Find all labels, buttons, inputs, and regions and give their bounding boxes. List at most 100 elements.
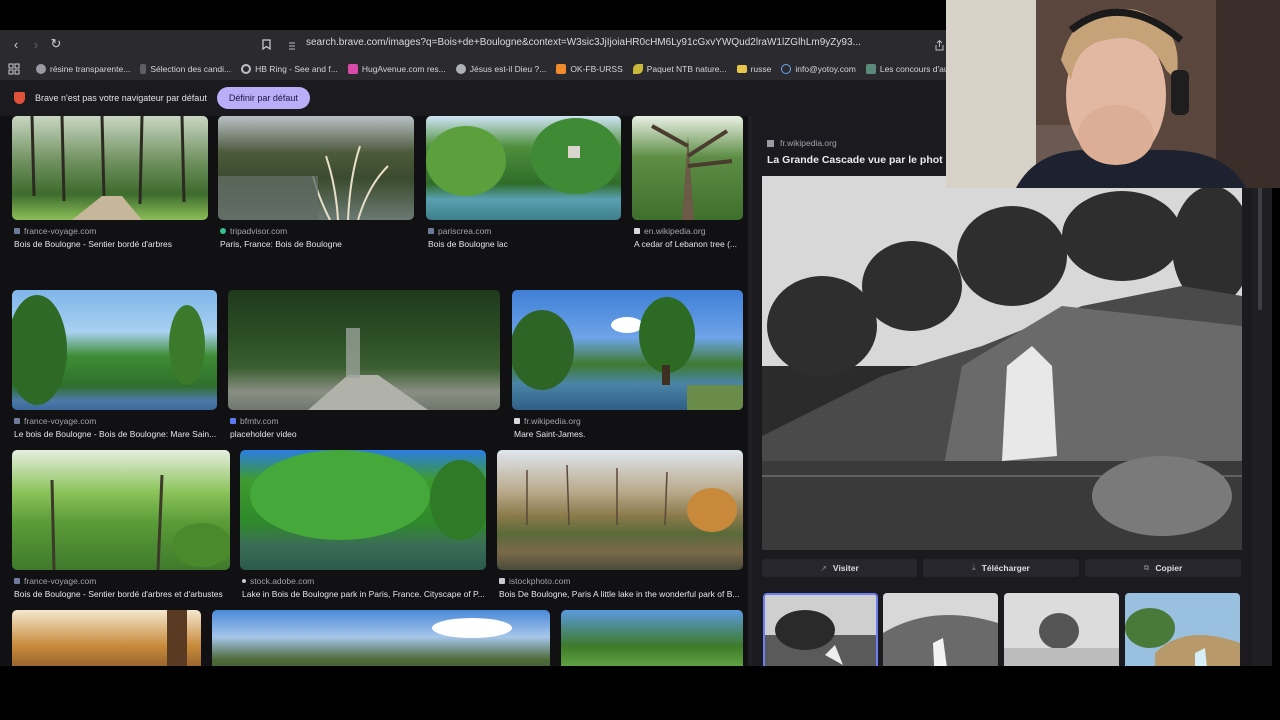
favicon-icon [220, 228, 226, 234]
bookmark-icon[interactable] [256, 34, 276, 54]
circle-icon [455, 64, 466, 74]
result-card[interactable]: bfmtv.com placeholder video [228, 290, 500, 440]
result-title[interactable]: A cedar of Lebanon tree (... [634, 239, 745, 249]
copy-button[interactable]: ⧉ Copier [1085, 559, 1241, 577]
bookmark-item[interactable]: Jésus est-il Dieu ?... [455, 64, 546, 74]
apps-grid-icon[interactable] [8, 63, 20, 75]
folder-icon [736, 65, 747, 73]
external-link-icon: ↗ [820, 563, 827, 573]
forward-icon[interactable]: › [26, 34, 46, 54]
result-title[interactable]: Bois de Boulogne - Sentier bordé d'arbre… [14, 239, 210, 249]
result-title[interactable]: placeholder video [230, 429, 502, 439]
result-title[interactable]: Le bois de Boulogne - Bois de Boulogne: … [14, 429, 219, 439]
result-thumbnail[interactable] [426, 116, 621, 220]
scrollbar[interactable] [1252, 116, 1272, 666]
result-source: en.wikipedia.org [634, 226, 705, 236]
result-thumbnail[interactable] [12, 116, 208, 220]
result-source: france-voyage.com [14, 576, 96, 586]
ring-icon [241, 64, 252, 74]
bookmark-item[interactable]: Paquet NTB nature... [632, 64, 727, 74]
favicon-icon [499, 578, 505, 584]
back-icon[interactable]: ‹ [6, 34, 26, 54]
result-card[interactable]: fr.wikipedia.org Mare Saint-James. [512, 290, 743, 440]
preview-source[interactable]: fr.wikipedia.org [767, 138, 837, 148]
result-card[interactable]: tripadvisor.com Paris, France: Bois de B… [218, 116, 414, 251]
result-thumbnail[interactable] [632, 116, 743, 220]
preview-title: La Grande Cascade vue par le phot [767, 154, 943, 166]
result-thumbnail[interactable] [240, 450, 486, 570]
favicon-icon [14, 418, 20, 424]
result-thumbnail[interactable] [512, 290, 743, 410]
bookmark-item[interactable]: OK-FB-URSS [556, 64, 623, 74]
related-image[interactable] [883, 593, 998, 666]
image-results: france-voyage.com Bois de Boulogne - Sen… [0, 116, 748, 666]
set-default-button[interactable]: Définir par défaut [216, 87, 310, 109]
related-image[interactable] [1004, 593, 1119, 666]
url-field[interactable]: search.brave.com/images?q=Bois+de+Boulog… [306, 37, 861, 48]
result-card[interactable]: france-voyage.com Bois de Boulogne - Sen… [12, 116, 208, 251]
result-card[interactable] [212, 610, 550, 666]
bookmark-item[interactable]: russe [736, 64, 771, 74]
result-source: france-voyage.com [14, 416, 96, 426]
circle-icon [36, 64, 46, 74]
result-title[interactable]: Mare Saint-James. [514, 429, 745, 439]
result-source: france-voyage.com [14, 226, 96, 236]
result-thumbnail[interactable] [218, 116, 414, 220]
bookmark-item[interactable]: résine transparente... [36, 64, 130, 74]
result-card[interactable]: istockphoto.com Bois De Boulogne, Paris … [497, 450, 743, 600]
favicon-icon [14, 228, 20, 234]
result-title[interactable]: Bois de Boulogne - Sentier bordé d'arbre… [14, 589, 232, 599]
result-thumbnail[interactable] [12, 450, 230, 570]
result-card[interactable]: france-voyage.com Bois de Boulogne - Sen… [12, 450, 230, 600]
result-thumbnail[interactable] [228, 290, 500, 410]
copy-icon: ⧉ [1143, 563, 1150, 572]
banner-text: Brave n'est pas votre navigateur par déf… [35, 93, 207, 103]
favicon-icon [634, 228, 640, 234]
result-card[interactable] [561, 610, 743, 666]
mail-icon [781, 64, 792, 74]
related-image[interactable] [1125, 593, 1240, 666]
result-source: tripadvisor.com [220, 226, 287, 236]
webcam-overlay [946, 0, 1280, 188]
download-icon: ⤓ [972, 563, 976, 572]
result-thumbnail[interactable] [561, 610, 743, 666]
heart-icon [347, 64, 358, 74]
related-image[interactable] [763, 593, 878, 666]
visit-button[interactable]: ↗ Visiter [762, 559, 917, 577]
favicon-icon [514, 418, 520, 424]
result-title[interactable]: Bois de Boulogne lac [428, 239, 623, 249]
result-thumbnail[interactable] [212, 610, 550, 666]
result-thumbnail[interactable] [12, 290, 217, 410]
ok-icon [556, 64, 567, 74]
bookmark-item[interactable]: HB Ring - See and f... [241, 64, 338, 74]
result-thumbnail[interactable] [12, 610, 201, 666]
share-icon[interactable] [934, 38, 945, 51]
result-card[interactable]: france-voyage.com Le bois de Boulogne - … [12, 290, 217, 440]
bookmark-item[interactable]: HugAvenue.com res... [347, 64, 446, 74]
reload-icon[interactable]: ↻ [46, 34, 66, 54]
site-settings-icon[interactable] [288, 38, 296, 50]
preview-image[interactable] [762, 176, 1242, 550]
result-title[interactable]: Lake in Bois de Boulogne park in Paris, … [242, 589, 488, 599]
doc-icon [865, 64, 876, 74]
result-title[interactable]: Paris, France: Bois de Boulogne [220, 239, 416, 249]
result-card[interactable]: stock.adobe.com Lake in Bois de Boulogne… [240, 450, 486, 600]
result-source: bfmtv.com [230, 416, 279, 426]
bookmark-item[interactable]: info@yotoy.com [781, 64, 856, 74]
image-preview-panel: fr.wikipedia.org La Grande Cascade vue p… [752, 116, 1252, 666]
result-thumbnail[interactable] [497, 450, 743, 570]
result-card[interactable]: en.wikipedia.org A cedar of Lebanon tree… [632, 116, 743, 251]
doc-icon [140, 64, 147, 74]
favicon-icon [14, 578, 20, 584]
download-button[interactable]: ⤓ Télécharger [923, 559, 1079, 577]
result-title[interactable]: Bois De Boulogne, Paris A little lake in… [499, 589, 745, 599]
result-card[interactable] [12, 610, 201, 666]
bookmark-item[interactable]: Sélection des candi... [140, 64, 231, 74]
result-source: stock.adobe.com [242, 576, 314, 586]
favicon-icon [428, 228, 434, 234]
result-source: fr.wikipedia.org [514, 416, 581, 426]
brave-lion-icon [14, 92, 25, 104]
favicon-icon [767, 139, 774, 147]
result-source: istockphoto.com [499, 576, 570, 586]
result-card[interactable]: pariscrea.com Bois de Boulogne lac [426, 116, 621, 251]
